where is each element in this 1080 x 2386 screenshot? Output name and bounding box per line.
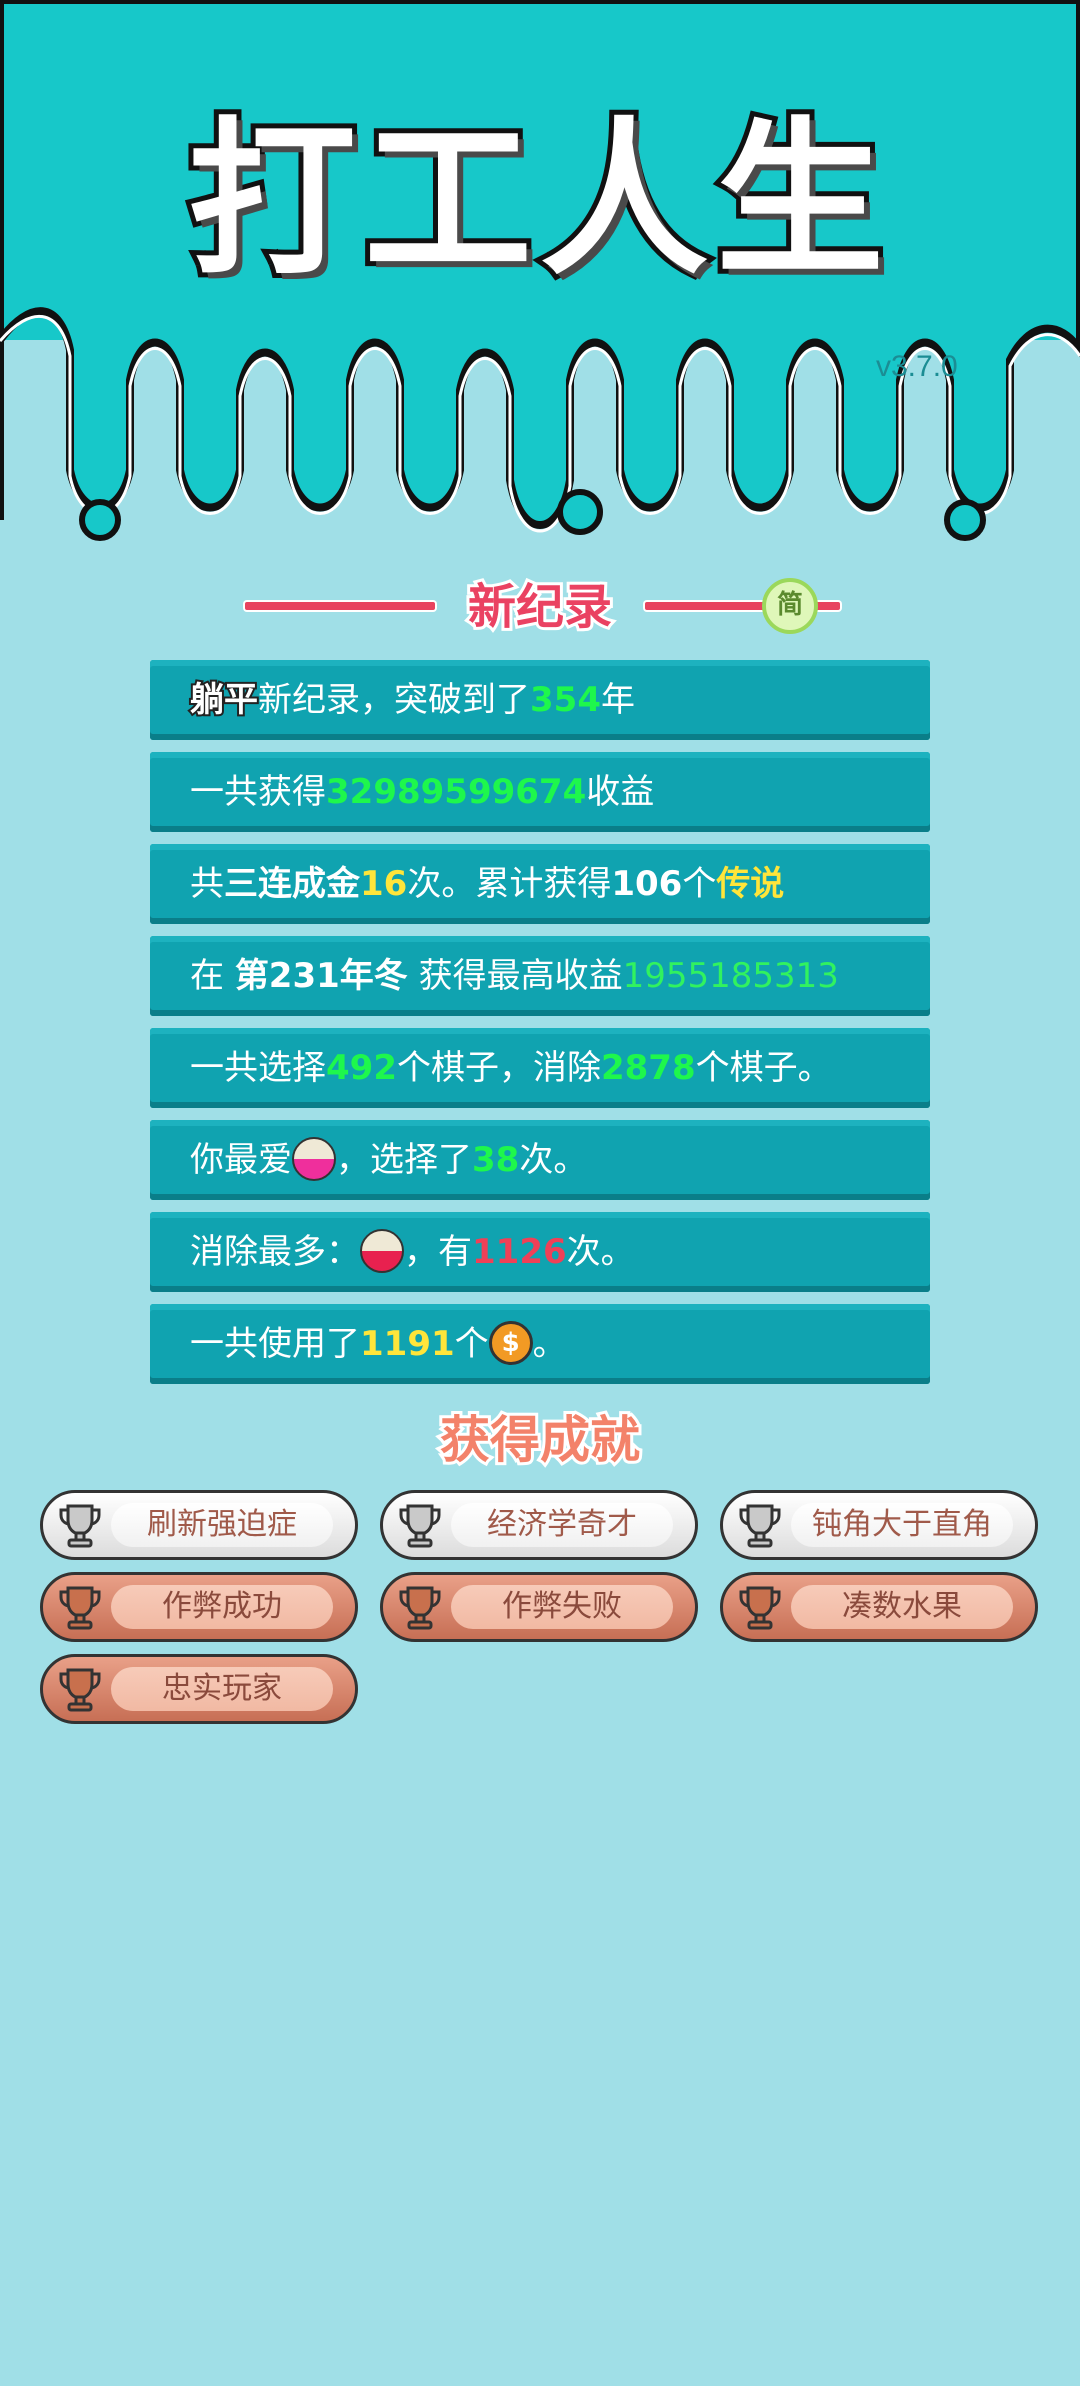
stat-text: 获得最高收益	[407, 956, 623, 996]
achievement-badge[interactable]: 忠实玩家	[40, 1654, 358, 1724]
achievement-badge[interactable]: 刷新强迫症	[40, 1490, 358, 1560]
achievement-label: 刷新强迫症	[111, 1503, 333, 1547]
stat-text: 收益	[586, 772, 655, 812]
stat-text: 1191	[360, 1324, 455, 1364]
trophy-icon	[399, 1586, 441, 1630]
stat-row: 在 第231年冬 获得最高收益1955185313	[150, 936, 930, 1016]
stat-text: 32989599674	[326, 772, 587, 812]
stat-text: 三连成金	[224, 864, 360, 904]
achievement-badge[interactable]: 作弊成功	[40, 1572, 358, 1642]
stat-text: 一共使用了	[190, 1324, 360, 1364]
header-dash-left	[245, 602, 435, 610]
new-record-header: 新纪录 简	[0, 572, 1080, 642]
trophy-icon	[739, 1504, 781, 1548]
achievement-badge[interactable]: 作弊失败	[380, 1572, 698, 1642]
achievement-label: 钝角大于直角	[791, 1503, 1013, 1547]
stat-text: 38	[472, 1140, 520, 1180]
stat-text: 年	[600, 680, 635, 720]
stat-text: 16	[360, 864, 408, 904]
stat-row: 一共使用了1191个 $。	[150, 1304, 930, 1384]
achievements-title: 获得成就	[437, 1408, 643, 1472]
stat-row: 消除最多： ，有1126次。	[150, 1212, 930, 1292]
stat-text: 消除最多：	[190, 1232, 360, 1272]
stat-text: 新纪录，突破到了	[258, 680, 530, 720]
stat-text: 躺平	[188, 678, 260, 722]
stat-text: ，选择了	[336, 1140, 472, 1180]
new-record-title: 新纪录	[465, 576, 615, 638]
trophy-icon	[59, 1586, 101, 1630]
rice-bowl-pink-icon	[292, 1136, 336, 1181]
game-title: 打工人生	[183, 97, 892, 303]
achievement-label: 作弊成功	[111, 1585, 333, 1629]
stat-text: 个棋子，消除	[396, 1048, 601, 1088]
stat-text: 。	[532, 1324, 567, 1364]
achievement-label: 作弊失败	[451, 1585, 673, 1629]
stat-text: 个棋子。	[695, 1048, 832, 1088]
trophy-icon	[59, 1504, 101, 1548]
stat-text: 次。	[519, 1140, 588, 1180]
stat-text: 共	[190, 864, 224, 904]
achievement-badge[interactable]: 钝角大于直角	[720, 1490, 1038, 1560]
stat-text: 一共选择	[190, 1048, 326, 1088]
stat-text: 1955185313	[622, 956, 839, 996]
coin-icon: $	[488, 1320, 533, 1365]
achievement-label: 凑数水果	[791, 1585, 1013, 1629]
trophy-icon	[59, 1668, 101, 1712]
stat-text: 传说	[716, 864, 785, 904]
stat-row: 你最爱 ，选择了38次。	[150, 1120, 930, 1200]
stat-text: 在	[190, 956, 235, 996]
stat-text: 106	[611, 864, 683, 904]
stat-text: 1126	[472, 1232, 567, 1272]
stat-text: 个	[454, 1324, 489, 1364]
stat-row: 一共获得32989599674收益	[150, 752, 930, 832]
achievement-label: 经济学奇才	[451, 1503, 673, 1547]
rice-bowl-red-icon	[360, 1228, 404, 1273]
stats-list: 躺平新纪录，突破到了354年 一共获得32989599674收益 共三连成金16次。…	[150, 660, 930, 1396]
stat-text: 一共获得	[190, 772, 326, 812]
stat-text: 354	[530, 680, 601, 720]
stat-text: 第231年冬	[234, 956, 408, 996]
stat-text: 个	[682, 864, 717, 904]
achievement-badge[interactable]: 经济学奇才	[380, 1490, 698, 1560]
stat-text: ，有	[404, 1232, 472, 1272]
stat-row: 共三连成金16次。累计获得106个传说	[150, 844, 930, 924]
stat-text: 次。累计获得	[407, 864, 612, 904]
trophy-icon	[399, 1504, 441, 1548]
version-label: v3.7.0	[876, 350, 958, 383]
simplified-toggle-icon[interactable]: 简	[762, 578, 818, 634]
achievement-badge[interactable]: 凑数水果	[720, 1572, 1038, 1642]
stat-text: 次。	[566, 1232, 635, 1272]
stat-row: 一共选择492个棋子，消除2878个棋子。	[150, 1028, 930, 1108]
stat-text: 2878	[600, 1048, 696, 1088]
achievement-label: 忠实玩家	[111, 1667, 333, 1711]
stat-text: 你最爱	[190, 1140, 292, 1180]
stat-row: 躺平新纪录，突破到了354年	[150, 660, 930, 740]
trophy-icon	[739, 1586, 781, 1630]
stat-text: 492	[326, 1048, 397, 1088]
